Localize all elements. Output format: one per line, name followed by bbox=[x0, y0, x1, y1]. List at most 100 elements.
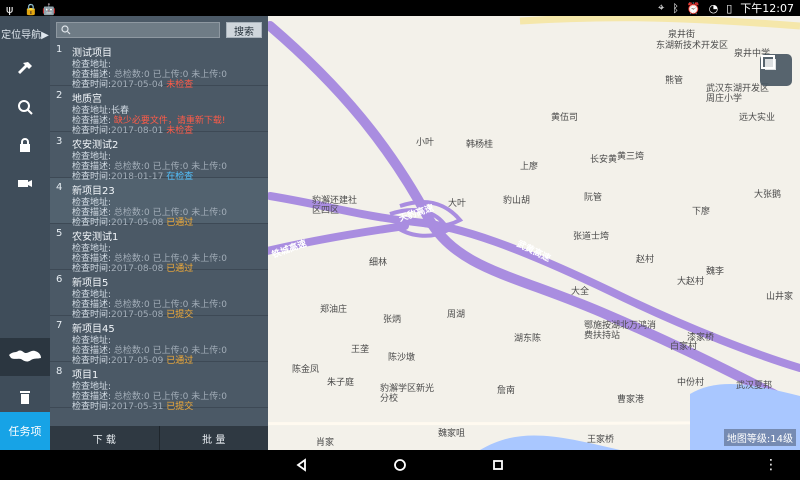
task-item[interactable]: 2 地质宫 检查地址:长春 检查描述: 缺少必要文件，请重新下载! 检查时间:2… bbox=[50, 86, 268, 136]
world-map-button[interactable] bbox=[0, 338, 50, 376]
map-label: 长安黄 bbox=[590, 155, 618, 165]
task-title: 地质宫 bbox=[72, 94, 102, 105]
task-index: 3 bbox=[56, 136, 63, 147]
search-icon bbox=[61, 25, 71, 35]
task-content: 农安测试1 检查地址: 检查描述: 总检数:0 已上传:0 未上传:0 检查时间… bbox=[72, 228, 262, 274]
task-time: 检查时间:2017-08-01 未检查 bbox=[72, 126, 194, 136]
search-input[interactable] bbox=[71, 23, 215, 37]
task-content: 新项目5 检查地址: 检查描述: 总检数:0 已上传:0 未上传:0 检查时间:… bbox=[72, 274, 262, 320]
map-label: 魏李 bbox=[706, 267, 725, 277]
usb-icon: ψ bbox=[6, 3, 14, 16]
task-time: 检查时间:2017-05-08 已提交 bbox=[72, 310, 194, 320]
recents-button[interactable] bbox=[489, 456, 507, 474]
camera-button[interactable] bbox=[0, 164, 50, 202]
task-description: 检查描述: 总检数:0 已上传:0 未上传:0 bbox=[72, 162, 227, 172]
task-description: 检查描述: 总检数:0 已上传:0 未上传:0 bbox=[72, 70, 227, 80]
task-status: 已提交 bbox=[166, 310, 194, 320]
location-icon: ⌖ bbox=[658, 1, 665, 14]
task-index: 2 bbox=[56, 90, 63, 101]
lock-button[interactable] bbox=[0, 126, 50, 164]
search-icon bbox=[18, 100, 33, 115]
map-label: 鄂施按湖北万鸿消费扶持站 bbox=[584, 321, 657, 341]
download-button[interactable]: 下 载 bbox=[50, 426, 159, 450]
map-label: 陈沙墩 bbox=[388, 353, 416, 363]
map-label: 赵村 bbox=[636, 255, 655, 265]
task-item[interactable]: 3 农安测试2 检查地址: 检查描述: 总检数:0 已上传:0 未上传:0 检查… bbox=[50, 132, 268, 182]
search-rail-button[interactable] bbox=[0, 88, 50, 126]
search-box[interactable] bbox=[56, 22, 220, 38]
task-address: 检查地址: bbox=[72, 382, 112, 392]
map-label: 周庄小学 bbox=[706, 94, 743, 104]
task-time: 检查时间:2017-05-08 已通过 bbox=[72, 218, 194, 228]
task-index: 5 bbox=[56, 228, 63, 239]
map-label: 中份村 bbox=[677, 378, 705, 388]
task-content: 项目1 检查地址: 检查描述: 总检数:0 已上传:0 未上传:0 检查时间:2… bbox=[72, 366, 262, 412]
task-address: 检查地址: bbox=[72, 336, 112, 346]
task-item[interactable]: 7 新项目45 检查地址: 检查描述: 总检数:0 已上传:0 未上传:0 检查… bbox=[50, 316, 268, 366]
task-address: 检查地址:长春 bbox=[72, 106, 130, 116]
map-label: 张炳 bbox=[383, 315, 402, 325]
left-rail: 定位导航▶ 任务项 bbox=[0, 16, 50, 450]
map-label: 细林 bbox=[369, 258, 388, 268]
task-item[interactable]: 8 项目1 检查地址: 检查描述: 总检数:0 已上传:0 未上传:0 检查时间… bbox=[50, 362, 268, 412]
battery-icon: ▯ bbox=[726, 1, 733, 15]
task-item[interactable]: 1 测试项目 检查地址: 检查描述: 总检数:0 已上传:0 未上传:0 检查时… bbox=[50, 40, 268, 90]
task-description: 检查描述: 缺少必要文件，请重新下载! bbox=[72, 116, 226, 126]
video-camera-icon bbox=[18, 180, 32, 187]
map-label: 东湖新技术开发区 bbox=[656, 41, 729, 51]
map-label: 武汉夏邦 bbox=[736, 381, 773, 391]
task-title: 测试项目 bbox=[72, 48, 112, 59]
back-button[interactable] bbox=[293, 456, 311, 474]
recents-icon bbox=[493, 460, 503, 470]
task-address: 检查地址: bbox=[72, 152, 112, 162]
bluetooth-icon: ᛒ bbox=[672, 1, 679, 15]
batch-button[interactable]: 批 量 bbox=[160, 426, 269, 450]
alarm-icon: ⏰ bbox=[686, 1, 701, 15]
wrench-button[interactable] bbox=[0, 50, 50, 88]
task-index: 6 bbox=[56, 274, 63, 285]
task-status: 在检查 bbox=[166, 172, 194, 182]
task-time: 检查时间:2017-05-31 已提交 bbox=[72, 402, 194, 412]
task-content: 地质宫 检查地址:长春 检查描述: 缺少必要文件，请重新下载! 检查时间:201… bbox=[72, 90, 262, 136]
task-address: 检查地址: bbox=[72, 290, 112, 300]
task-status: 已通过 bbox=[166, 356, 194, 366]
task-item[interactable]: 6 新项目5 检查地址: 检查描述: 总检数:0 已上传:0 未上传:0 检查时… bbox=[50, 270, 268, 320]
layer-toggle-button[interactable] bbox=[760, 54, 792, 86]
map-label: 黄三垮 bbox=[617, 152, 645, 162]
task-index: 4 bbox=[56, 182, 63, 193]
task-content: 新项目23 检查地址: 检查描述: 总检数:0 已上传:0 未上传:0 检查时间… bbox=[72, 182, 262, 228]
map-label: 韩杨桂 bbox=[466, 140, 494, 150]
task-index: 8 bbox=[56, 366, 63, 377]
wrench-icon bbox=[18, 62, 32, 74]
map-label: 远大实业 bbox=[739, 113, 776, 123]
task-content: 测试项目 检查地址: 检查描述: 总检数:0 已上传:0 未上传:0 检查时间:… bbox=[72, 44, 262, 90]
location-nav[interactable]: 定位导航▶ bbox=[0, 16, 50, 50]
map-label: 王家桥 bbox=[587, 435, 615, 445]
task-time: 检查时间:2017-05-04 未检查 bbox=[72, 80, 194, 90]
map-label: 黄伍司 bbox=[551, 113, 579, 123]
task-description: 检查描述: 总检数:0 已上传:0 未上传:0 bbox=[72, 392, 227, 402]
trash-button[interactable] bbox=[0, 378, 50, 416]
map-label: 朱子庭 bbox=[327, 378, 355, 388]
task-address: 检查地址: bbox=[72, 198, 112, 208]
map-label: 豹山胡 bbox=[503, 196, 531, 206]
task-description: 检查描述: 总检数:0 已上传:0 未上传:0 bbox=[72, 208, 227, 218]
map-label: 阮管 bbox=[584, 193, 603, 203]
task-description: 检查描述: 总检数:0 已上传:0 未上传:0 bbox=[72, 254, 227, 264]
status-bar: ψ 🔒 🤖 ⌖ ᛒ ⏰ ◔ ▯ 下午12:07 bbox=[0, 0, 800, 16]
map-label: 豹澥学区新光分校 bbox=[380, 384, 435, 404]
task-item[interactable]: 5 农安测试1 检查地址: 检查描述: 总检数:0 已上传:0 未上传:0 检查… bbox=[50, 224, 268, 274]
task-time: 检查时间:2018-01-17 在检查 bbox=[72, 172, 194, 182]
map-label: 大叶 bbox=[448, 199, 467, 209]
world-map-icon bbox=[9, 350, 41, 362]
search-button[interactable]: 搜索 bbox=[226, 22, 262, 38]
map-label: 大赵村 bbox=[677, 277, 705, 287]
task-panel: 搜索 1 测试项目 检查地址: 检查描述: 总检数:0 已上传:0 未上传:0 … bbox=[50, 16, 268, 450]
task-item[interactable]: 4 新项目23 检查地址: 检查描述: 总检数:0 已上传:0 未上传:0 检查… bbox=[50, 178, 268, 228]
home-button[interactable] bbox=[391, 456, 409, 474]
task-button[interactable]: 任务项 bbox=[0, 412, 50, 450]
map-label: 上廖 bbox=[520, 162, 539, 172]
map-label: 郑油庄 bbox=[320, 305, 348, 315]
more-button[interactable]: ⋮ bbox=[762, 456, 780, 474]
task-title: 农安测试2 bbox=[72, 140, 119, 151]
